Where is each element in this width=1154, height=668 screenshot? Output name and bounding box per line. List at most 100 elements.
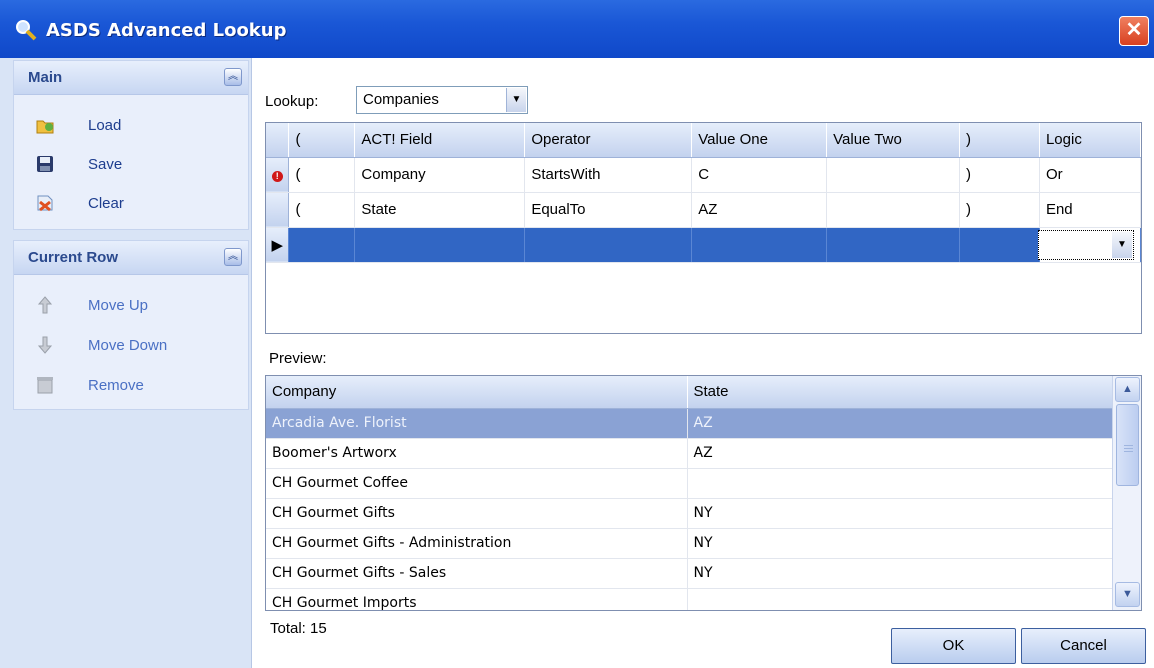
main-group: Main ︽ Load Save Clear (13, 60, 249, 230)
row-header[interactable] (266, 192, 290, 228)
move-up-button[interactable]: Move Up (34, 291, 148, 319)
table-row[interactable]: CH Gourmet Gifts - Sales NY (266, 558, 1113, 589)
state-cell[interactable]: AZ (687, 438, 1113, 469)
table-row[interactable]: Boomer's Artworx AZ (266, 438, 1113, 469)
grid-cell[interactable]: State (354, 192, 526, 228)
title-bar: ASDS Advanced Lookup ✕ (0, 0, 1154, 58)
close-button[interactable]: ✕ (1119, 16, 1149, 46)
company-cell[interactable]: CH Gourmet Coffee (266, 468, 688, 499)
scroll-down-icon[interactable]: ▼ (1115, 582, 1140, 607)
grid-cell[interactable] (288, 227, 356, 263)
remove-label: Remove (88, 376, 144, 394)
state-cell[interactable]: AZ (687, 408, 1113, 439)
state-cell[interactable]: NY (687, 498, 1113, 529)
load-button[interactable]: Load (34, 111, 121, 139)
scroll-thumb[interactable] (1116, 404, 1139, 486)
clear-button[interactable]: Clear (34, 189, 124, 217)
column-header[interactable]: Value Two (826, 123, 961, 158)
collapse-icon[interactable]: ︽ (224, 68, 242, 86)
move-down-label: Move Down (88, 336, 168, 354)
ok-button[interactable]: OK (891, 628, 1016, 664)
save-icon (37, 156, 53, 172)
current-row-header[interactable]: Current Row ︽ (14, 241, 248, 275)
grid-cell[interactable]: C (691, 157, 828, 193)
move-up-label: Move Up (88, 296, 149, 314)
column-header[interactable]: Operator (524, 123, 693, 158)
grid-cell[interactable]: Or (1039, 157, 1142, 193)
column-header[interactable]: ACT! Field (354, 123, 526, 158)
move-down-icon (37, 336, 53, 354)
table-row[interactable]: CH Gourmet Gifts NY (266, 498, 1113, 529)
window-title: ASDS Advanced Lookup (46, 20, 287, 41)
load-icon (36, 120, 54, 134)
table-row[interactable]: CH Gourmet Gifts - Administration NY (266, 528, 1113, 559)
company-cell[interactable]: CH Gourmet Imports (266, 588, 688, 610)
magnifier-icon (16, 20, 37, 41)
company-cell[interactable]: Boomer's Artworx (266, 438, 688, 469)
grid-cell[interactable]: ( (288, 157, 356, 193)
grid-cell[interactable]: ) (959, 157, 1040, 193)
grid-cell[interactable]: EqualTo (524, 192, 693, 228)
chevron-down-icon[interactable]: ▼ (506, 88, 526, 112)
state-cell[interactable]: NY (687, 558, 1113, 589)
save-label: Save (88, 155, 123, 173)
column-header[interactable]: Value One (691, 123, 828, 158)
criteria-row[interactable]: ( State EqualTo AZ ) End (266, 192, 1142, 228)
current-row-icon: ▶ (271, 236, 284, 254)
state-cell[interactable]: NY (687, 528, 1113, 559)
logic-dropdown[interactable]: ▼ (1037, 229, 1134, 260)
table-row[interactable]: Arcadia Ave. Florist AZ (266, 408, 1113, 439)
move-down-button[interactable]: Move Down (34, 331, 167, 359)
company-cell[interactable]: CH Gourmet Gifts (266, 498, 688, 529)
grid-cell[interactable]: AZ (691, 192, 828, 228)
save-button[interactable]: Save (34, 150, 122, 178)
column-header[interactable]: ) (959, 123, 1040, 158)
criteria-grid[interactable]: ( ACT! Field Operator Value One Value Tw… (265, 122, 1142, 334)
new-criteria-row[interactable]: ▶ ▼ (266, 227, 1142, 263)
grid-cell[interactable] (826, 192, 961, 228)
task-panel: Main ︽ Load Save Clear Current Row ︽ Mov… (0, 58, 252, 668)
criteria-row[interactable]: ! ( Company StartsWith C ) Or (266, 157, 1142, 193)
current-row-group: Current Row ︽ Move Up Move Down Remove (13, 240, 249, 410)
remove-button[interactable]: Remove (34, 371, 144, 399)
table-row[interactable]: CH Gourmet Coffee (266, 468, 1113, 499)
grid-cell[interactable] (959, 227, 1040, 263)
column-header[interactable]: Logic (1039, 123, 1142, 158)
grid-cell[interactable] (826, 157, 961, 193)
preview-header-row: Company State (266, 376, 1113, 409)
clear-label: Clear (88, 194, 124, 212)
load-label: Load (88, 116, 122, 134)
column-header[interactable]: ( (288, 123, 356, 158)
grid-cell[interactable]: StartsWith (524, 157, 693, 193)
preview-table: Company State Arcadia Ave. Florist AZ Bo… (266, 376, 1113, 610)
table-row[interactable]: CH Gourmet Imports (266, 588, 1113, 610)
grid-cell[interactable] (354, 227, 526, 263)
company-cell[interactable]: CH Gourmet Gifts - Sales (266, 558, 688, 589)
grid-cell[interactable]: ) (959, 192, 1040, 228)
lookup-select[interactable]: Companies ▼ (356, 86, 528, 114)
main-group-header[interactable]: Main ︽ (14, 61, 248, 95)
row-header[interactable]: ! (266, 157, 290, 193)
state-cell[interactable] (687, 588, 1113, 610)
column-header[interactable]: Company (266, 376, 688, 409)
grid-cell[interactable]: End (1039, 192, 1142, 228)
grid-cell[interactable]: ( (288, 192, 356, 228)
cancel-button[interactable]: Cancel (1021, 628, 1146, 664)
collapse-icon[interactable]: ︽ (224, 248, 242, 266)
scroll-up-icon[interactable]: ▲ (1115, 377, 1140, 402)
row-header-corner (266, 123, 290, 158)
state-cell[interactable] (687, 468, 1113, 499)
preview-grid[interactable]: Company State Arcadia Ave. Florist AZ Bo… (265, 375, 1142, 611)
row-header[interactable]: ▶ (266, 227, 290, 263)
move-up-icon (37, 296, 53, 314)
vertical-scrollbar[interactable]: ▲ ▼ (1112, 376, 1141, 610)
company-cell[interactable]: CH Gourmet Gifts - Administration (266, 528, 688, 559)
company-cell[interactable]: Arcadia Ave. Florist (266, 408, 688, 439)
chevron-down-icon[interactable]: ▼ (1111, 231, 1132, 258)
grid-cell[interactable] (691, 227, 828, 263)
grid-cell[interactable] (826, 227, 961, 263)
grid-cell[interactable]: Company (354, 157, 526, 193)
column-header[interactable]: State (687, 376, 1113, 409)
logic-cell[interactable]: ▼ (1037, 227, 1142, 263)
grid-cell[interactable] (524, 227, 693, 263)
